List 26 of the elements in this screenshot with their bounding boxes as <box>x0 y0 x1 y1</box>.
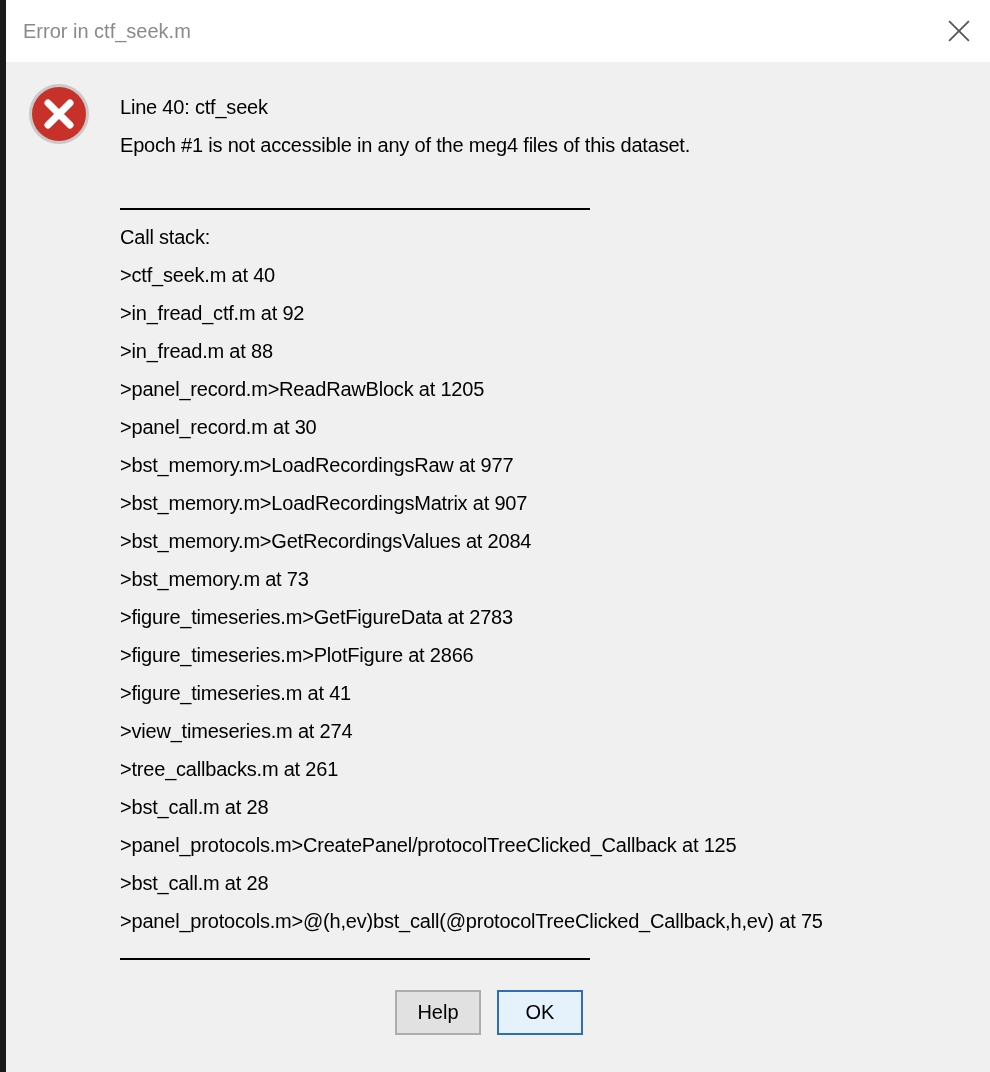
error-icon <box>27 82 91 146</box>
call-stack-entry: >tree_callbacks.m at 261 <box>120 757 340 783</box>
call-stack-entry: >panel_protocols.m>@(h,ev)bst_call(@protocolTreeClicked_Callback,h,ev) at 75 <box>120 909 823 935</box>
call-stack-entry: >panel_record.m at 30 <box>120 415 318 441</box>
call-stack-entry: >ctf_seek.m at 40 <box>120 263 277 289</box>
call-stack-label: Call stack: <box>120 225 212 250</box>
call-stack-entry: >view_timeseries.m at 274 <box>120 719 354 745</box>
call-stack-entry: >bst_call.m at 28 <box>120 795 270 821</box>
call-stack-entry: >bst_memory.m>LoadRecordingsRaw at 977 <box>120 453 515 479</box>
call-stack-entry: >panel_protocols.m>CreatePanel/protocolTreeClicked_Callback at 125 <box>120 833 738 859</box>
error-message: Line 40: ctf_seek <box>120 95 269 121</box>
error-message: Epoch #1 is not accessible in any of the meg4 files of this dataset. <box>120 133 692 158</box>
call-stack-entry: >bst_memory.m at 73 <box>120 567 310 593</box>
call-stack-entry: >figure_timeseries.m>PlotFigure at 2866 <box>120 643 475 669</box>
call-stack-entry: >panel_record.m>ReadRawBlock at 1205 <box>120 377 486 403</box>
close-icon[interactable] <box>948 20 970 42</box>
dialog-button[interactable]: OK <box>497 990 583 1035</box>
call-stack-entry: >in_fread.m at 88 <box>120 339 274 365</box>
call-stack-entry: >bst_memory.m>GetRecordingsValues at 2084 <box>120 529 533 555</box>
call-stack-entry: >in_fread_ctf.m at 92 <box>120 301 306 327</box>
dialog-button[interactable]: Help <box>395 990 481 1035</box>
call-stack-entry: >bst_memory.m>LoadRecordingsMatrix at 907 <box>120 491 529 517</box>
call-stack-entry: >figure_timeseries.m at 41 <box>120 681 353 707</box>
call-stack-entry: >figure_timeseries.m>GetFigureData at 2783 <box>120 605 514 631</box>
window-title: Error in ctf_seek.m <box>23 19 191 43</box>
call-stack-entry: >bst_call.m at 28 <box>120 871 270 897</box>
